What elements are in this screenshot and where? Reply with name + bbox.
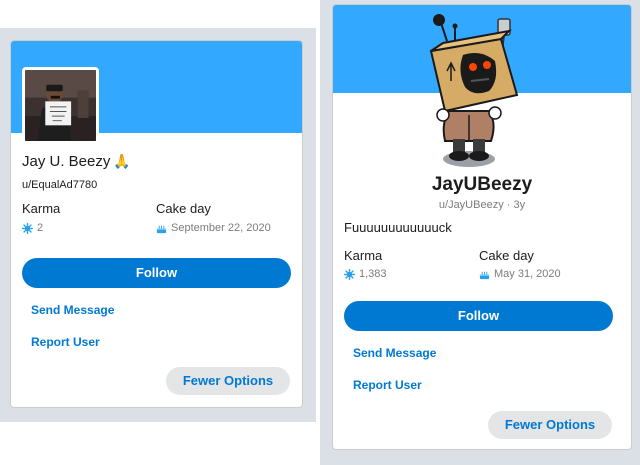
cake-day-value: May 31, 2020 <box>479 268 561 280</box>
right-profile-panel: JayUBeezy u/JayUBeezy · 3y Fuuuuuuuuuuuu… <box>320 0 640 465</box>
username-and-age: u/JayUBeezy · 3y <box>438 199 526 211</box>
karma-icon <box>344 268 355 280</box>
karma-count: 1,383 <box>359 268 387 280</box>
snoo-avatar-image <box>429 14 519 167</box>
follow-button[interactable]: Follow <box>344 301 613 331</box>
profile-bio: Fuuuuuuuuuuuuck <box>344 220 452 235</box>
profile-photo-image <box>25 70 96 141</box>
report-user-link[interactable]: Report User <box>353 378 422 392</box>
cake-day-date: September 22, 2020 <box>171 222 271 234</box>
send-message-link[interactable]: Send Message <box>31 303 114 317</box>
karma-label: Karma <box>22 201 61 216</box>
cake-icon <box>156 225 167 233</box>
cake-day-value: September 22, 2020 <box>156 222 271 234</box>
cake-icon <box>479 271 490 279</box>
fewer-options-button[interactable]: Fewer Options <box>488 411 612 439</box>
cake-day-label: Cake day <box>156 201 211 216</box>
karma-icon <box>22 222 33 234</box>
karma-value: 2 <box>22 222 43 234</box>
cake-day-date: May 31, 2020 <box>494 268 561 280</box>
display-name-text: Jay U. Beezy <box>22 153 111 170</box>
username: u/EqualAd7780 <box>22 179 98 191</box>
profile-card: JayUBeezy u/JayUBeezy · 3y Fuuuuuuuuuuuu… <box>332 4 632 450</box>
karma-value: 1,383 <box>344 268 387 280</box>
display-name: Jay U. Beezy 🙏 <box>22 153 131 170</box>
follow-button[interactable]: Follow <box>22 258 291 288</box>
left-profile-panel: Jay U. Beezy 🙏 u/EqualAd7780 Karma Cake d… <box>0 28 316 422</box>
fewer-options-button[interactable]: Fewer Options <box>166 367 290 395</box>
profile-photo[interactable] <box>22 67 99 144</box>
snoo-box-head-avatar[interactable] <box>419 11 531 169</box>
send-message-link[interactable]: Send Message <box>353 346 436 360</box>
karma-count: 2 <box>37 222 44 234</box>
karma-label: Karma <box>344 248 383 263</box>
display-name: JayUBeezy <box>431 174 533 195</box>
report-user-link[interactable]: Report User <box>31 335 100 349</box>
praying-hands-emoji: 🙏 <box>113 153 131 169</box>
cake-day-label: Cake day <box>479 248 534 263</box>
profile-card: Jay U. Beezy 🙏 u/EqualAd7780 Karma Cake d… <box>10 40 303 408</box>
